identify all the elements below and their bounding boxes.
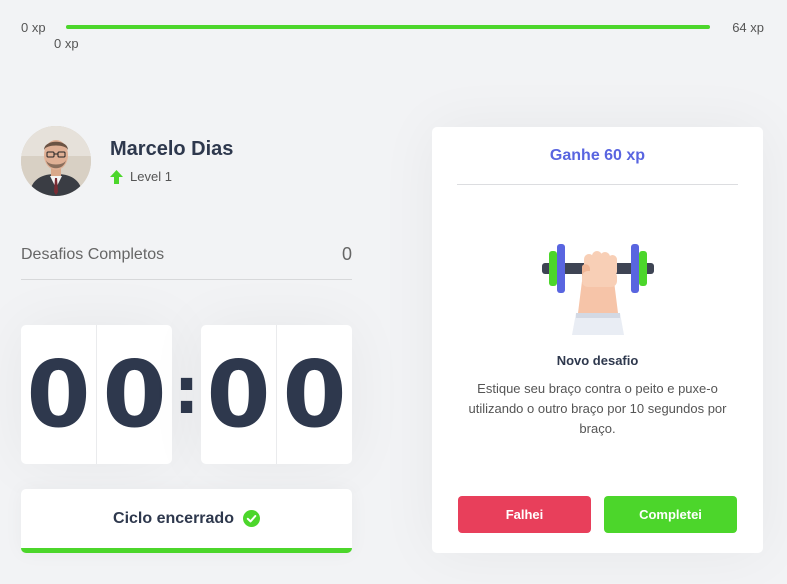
cycle-button-label: Ciclo encerrado xyxy=(113,509,234,527)
challenge-card: Ganhe 60 xp Novo desafio Estique seu bra… xyxy=(432,127,763,553)
level-label: Level 1 xyxy=(130,169,172,184)
fail-button[interactable]: Falhei xyxy=(458,496,591,533)
completed-challenges-label: Desafios Completos xyxy=(21,246,165,263)
level-up-icon xyxy=(110,169,123,184)
xp-min-label: 0 xp xyxy=(21,20,46,35)
avatar xyxy=(21,126,91,196)
dumbbell-icon xyxy=(542,244,654,335)
xp-track xyxy=(66,25,710,29)
challenge-description: Estique seu braço contra o peito e puxe-… xyxy=(468,381,727,436)
profile-level: Level 1 xyxy=(110,169,233,184)
check-circle-icon xyxy=(242,510,260,527)
second-digit-left: 0 xyxy=(206,341,271,448)
minute-digit-right: 0 xyxy=(96,325,172,464)
completed-challenges-count: 0 xyxy=(341,244,352,264)
challenge-title: Novo desafio xyxy=(556,353,639,368)
cycle-button[interactable]: Ciclo encerrado xyxy=(21,489,352,553)
second-digit-right: 0 xyxy=(276,325,352,464)
complete-button[interactable]: Completei xyxy=(604,496,737,533)
xp-max-label: 64 xp xyxy=(732,20,764,35)
countdown-seconds: 0 0 xyxy=(201,325,352,464)
completed-challenges: Desafios Completos 0 xyxy=(21,240,352,280)
profile: Marcelo Dias Level 1 xyxy=(21,126,233,196)
experience-bar: 0 xp 0 xp 64 xp xyxy=(0,0,787,60)
countdown-minutes: 0 0 xyxy=(21,325,172,464)
countdown-separator: : xyxy=(173,354,200,429)
xp-fill xyxy=(66,25,710,29)
profile-name: Marcelo Dias xyxy=(110,138,234,160)
challenge-reward-header: Ganhe 60 xp xyxy=(457,127,738,185)
xp-current-label: 0 xp xyxy=(54,36,79,51)
countdown: 0 0 : 0 0 xyxy=(21,325,352,464)
minute-digit-left: 0 xyxy=(26,341,91,448)
profile-info: Marcelo Dias Level 1 xyxy=(110,138,233,184)
